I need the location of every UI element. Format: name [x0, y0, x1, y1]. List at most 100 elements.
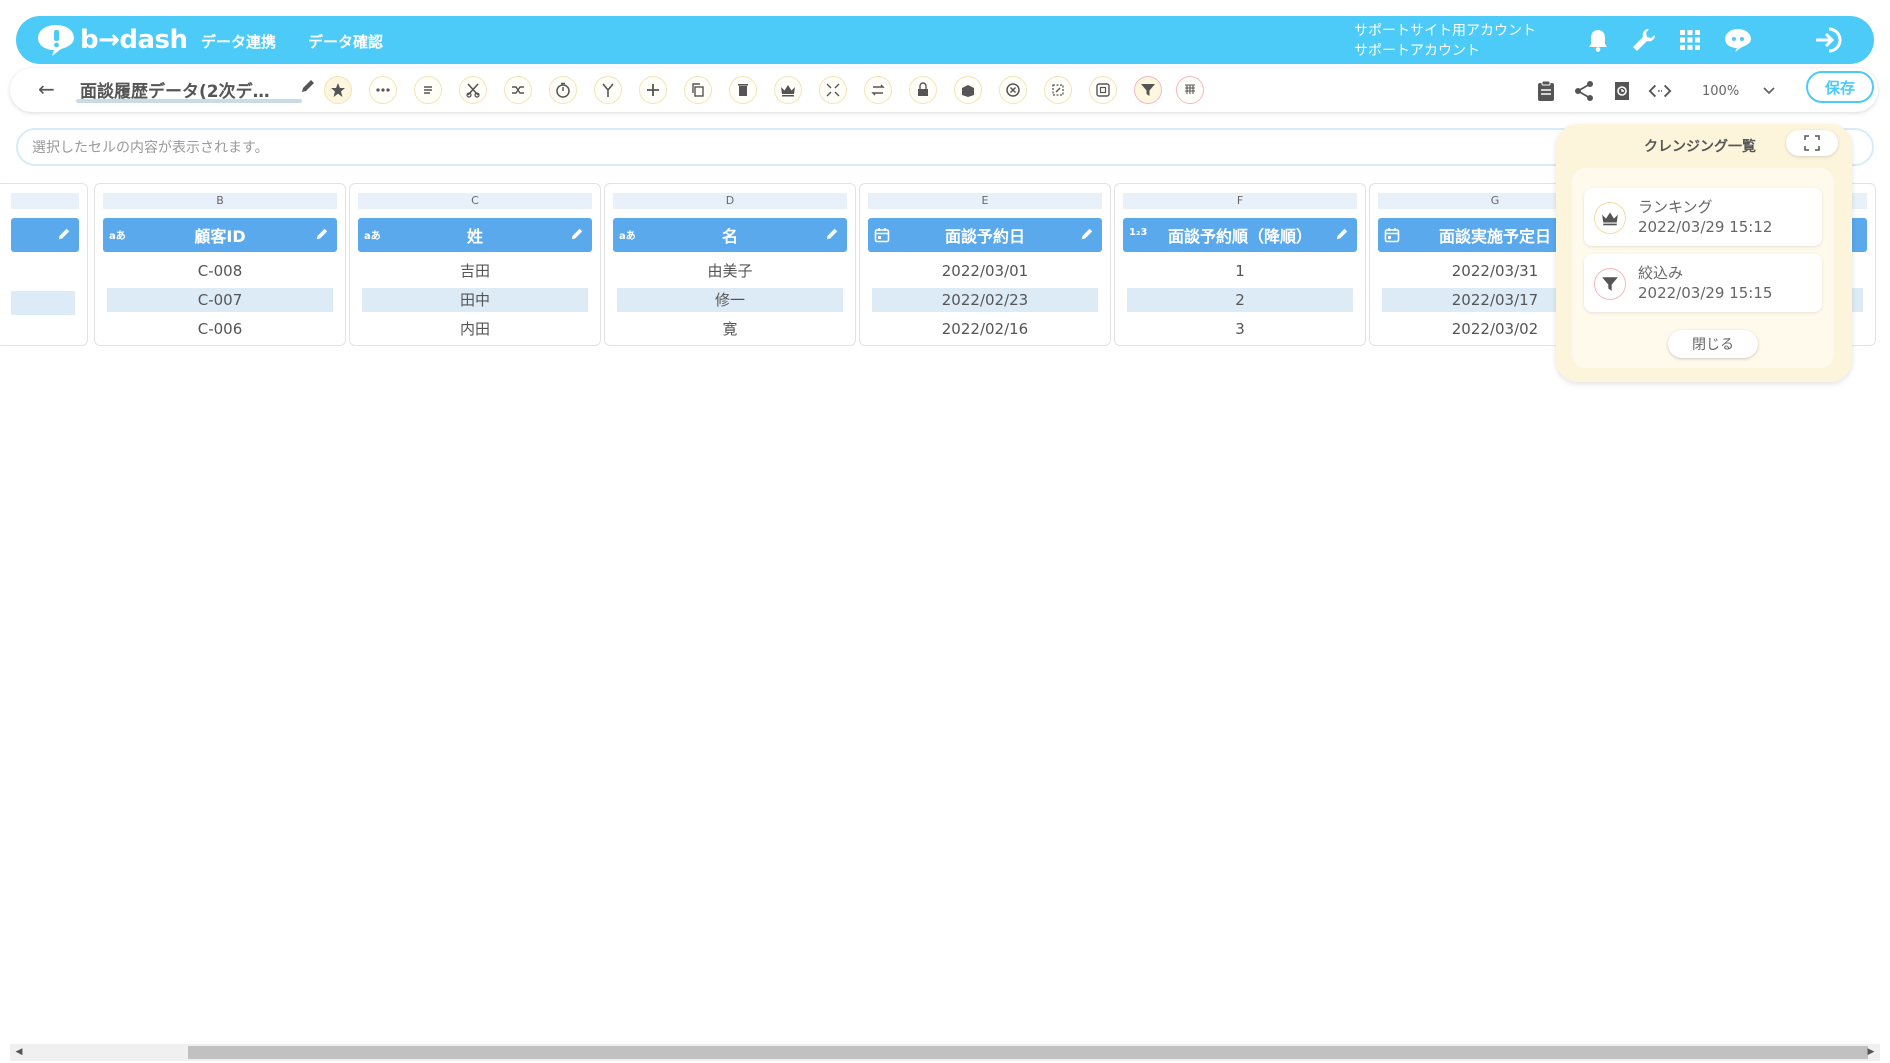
- copy-icon[interactable]: [684, 76, 712, 104]
- back-arrow-icon[interactable]: ←: [38, 77, 55, 101]
- dedupe-grid-icon[interactable]: [1176, 76, 1204, 104]
- edit-column-pencil-icon[interactable]: [825, 227, 839, 241]
- cleansing-item-time: 2022/03/29 15:12: [1638, 218, 1773, 236]
- crown-icon[interactable]: [774, 76, 802, 104]
- clipboard-icon[interactable]: [1534, 79, 1558, 103]
- column-f: F 1₂3 面談予約順（降順） 1 2 3: [1114, 183, 1366, 346]
- trash-icon[interactable]: [729, 76, 757, 104]
- table-cell[interactable]: 由美子: [617, 259, 843, 283]
- table-cell[interactable]: 修一: [617, 288, 843, 312]
- account-info[interactable]: サポートサイト用アカウント サポートアカウント: [1354, 21, 1536, 61]
- table-cell[interactable]: 吉田: [362, 259, 588, 283]
- logo[interactable]: b→dash: [36, 23, 188, 57]
- table-cell[interactable]: 2: [1127, 288, 1353, 312]
- edit-column-pencil-icon[interactable]: [57, 227, 71, 241]
- cleansing-item-ranking[interactable]: ランキング 2022/03/29 15:12: [1584, 188, 1822, 246]
- compress-icon[interactable]: [819, 76, 847, 104]
- text-type-icon: aあ: [109, 231, 126, 242]
- x-circle-icon[interactable]: [999, 76, 1027, 104]
- logo-speech-bubble-icon: [38, 25, 74, 56]
- column-a: [0, 183, 88, 346]
- edit-column-pencil-icon[interactable]: [570, 227, 584, 241]
- nav-data-integration[interactable]: データ連携: [201, 31, 276, 52]
- box-arrow-icon[interactable]: [954, 76, 982, 104]
- column-letter: [11, 193, 79, 209]
- chat-bot-icon[interactable]: [1722, 24, 1754, 56]
- wrench-icon[interactable]: [1628, 24, 1660, 56]
- edit-column-pencil-icon[interactable]: [315, 227, 329, 241]
- cleansing-item-filter[interactable]: 絞込み 2022/03/29 15:15: [1584, 254, 1822, 312]
- calendar-icon: [874, 228, 890, 243]
- cleansing-list-panel: クレンジング一覧 ランキング 2022/03/29 15:12 絞込み 2022…: [1556, 124, 1852, 382]
- cleansing-item-name: 絞込み: [1638, 264, 1684, 282]
- close-panel-button[interactable]: 閉じる: [1668, 330, 1758, 358]
- column-header-label: 姓: [466, 227, 483, 246]
- scrollbar-thumb[interactable]: [188, 1046, 1868, 1059]
- text-type-icon: aあ: [364, 231, 381, 242]
- table-cell[interactable]: C-006: [107, 317, 333, 341]
- column-header-label: 顧客ID: [194, 227, 246, 246]
- column-letter: C: [358, 193, 592, 209]
- column-header-first-name[interactable]: aあ 名: [613, 218, 847, 252]
- horizontal-scrollbar[interactable]: ◀ ▶: [10, 1044, 1880, 1061]
- column-header-a[interactable]: [11, 218, 79, 252]
- panel-title: クレンジング一覧: [1644, 139, 1756, 155]
- edit-column-pencil-icon[interactable]: [1080, 227, 1094, 241]
- column-header-customer-id[interactable]: aあ 顧客ID: [103, 218, 337, 252]
- expand-panel-button[interactable]: [1786, 130, 1838, 156]
- table-cell[interactable]: 2022/03/01: [872, 259, 1098, 283]
- table-cell[interactable]: C-008: [107, 259, 333, 283]
- account-name: サポートサイト用アカウント: [1354, 23, 1536, 39]
- more-horizontal-icon[interactable]: [369, 76, 397, 104]
- column-header-booking-order-desc[interactable]: 1₂3 面談予約順（降順）: [1123, 218, 1357, 252]
- column-header-label: 面談予約日: [944, 227, 1025, 246]
- code-icon[interactable]: [1648, 79, 1672, 103]
- edit-title-pencil-icon[interactable]: [300, 78, 316, 94]
- column-e: E 面談予約日 2022/03/01 2022/02/23 2022/02/16: [859, 183, 1111, 346]
- apps-grid-icon[interactable]: [1674, 24, 1706, 56]
- edit-column-pencil-icon[interactable]: [1335, 227, 1349, 241]
- merge-icon[interactable]: [504, 76, 532, 104]
- title-underline: [76, 99, 302, 103]
- bell-icon[interactable]: [1582, 24, 1614, 56]
- favorite-star-icon[interactable]: [324, 76, 352, 104]
- nav-data-check[interactable]: データ確認: [308, 31, 383, 52]
- cleansing-history-list: ランキング 2022/03/29 15:12 絞込み 2022/03/29 15…: [1572, 168, 1834, 368]
- cleansing-item-name: ランキング: [1638, 198, 1713, 216]
- expand-icon: [1804, 135, 1820, 151]
- branch-icon[interactable]: [594, 76, 622, 104]
- filter-icon: [1594, 268, 1626, 300]
- table-cell[interactable]: C-007: [107, 288, 333, 312]
- table-cell[interactable]: 3: [1127, 317, 1353, 341]
- table-cell[interactable]: 2022/02/16: [872, 317, 1098, 341]
- lock-box-icon[interactable]: [909, 76, 937, 104]
- cell-content-placeholder: 選択したセルの内容が表示されます。: [32, 140, 269, 156]
- cleansing-item-time: 2022/03/29 15:15: [1638, 284, 1773, 302]
- filter-icon[interactable]: [1134, 76, 1162, 104]
- share-icon[interactable]: [1572, 79, 1596, 103]
- table-cell[interactable]: [11, 291, 75, 315]
- timer-icon[interactable]: [549, 76, 577, 104]
- scroll-right-arrow-icon[interactable]: ▶: [1864, 1046, 1878, 1059]
- swap-icon[interactable]: [864, 76, 892, 104]
- zoom-select[interactable]: 100%: [1674, 77, 1784, 105]
- column-letter: B: [103, 193, 337, 209]
- table-cell[interactable]: 内田: [362, 317, 588, 341]
- table-cell[interactable]: 1: [1127, 259, 1353, 283]
- number-type-icon: 1₂3: [1129, 227, 1148, 238]
- save-button[interactable]: 保存: [1806, 71, 1874, 103]
- text-lines-icon[interactable]: [414, 76, 442, 104]
- table-cell[interactable]: 2022/02/23: [872, 288, 1098, 312]
- logout-icon[interactable]: [1813, 24, 1845, 56]
- table-cell[interactable]: 寛: [617, 317, 843, 341]
- add-plus-icon[interactable]: [639, 76, 667, 104]
- column-header-interview-booking-date[interactable]: 面談予約日: [868, 218, 1102, 252]
- frame-icon[interactable]: [1089, 76, 1117, 104]
- history-icon[interactable]: [1610, 79, 1634, 103]
- scissors-icon[interactable]: [459, 76, 487, 104]
- refresh-shape-icon[interactable]: [1044, 76, 1072, 104]
- column-header-last-name[interactable]: aあ 姓: [358, 218, 592, 252]
- scroll-left-arrow-icon[interactable]: ◀: [12, 1046, 26, 1059]
- column-d: D aあ 名 由美子 修一 寛: [604, 183, 856, 346]
- table-cell[interactable]: 田中: [362, 288, 588, 312]
